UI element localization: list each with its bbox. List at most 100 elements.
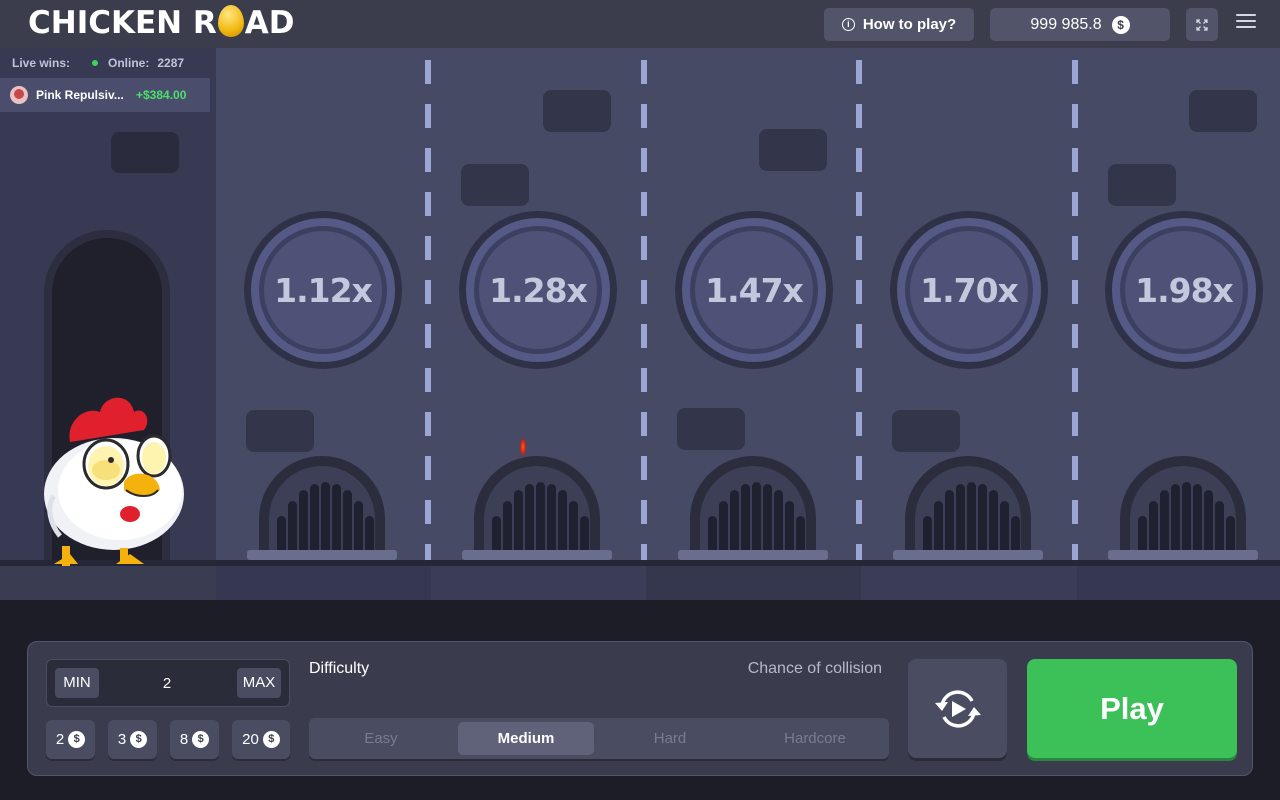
grate-base xyxy=(678,550,828,560)
header-bar: CHICKEN R AD i How to play? 999 985.8 $ xyxy=(0,0,1280,48)
menu-button[interactable] xyxy=(1236,14,1256,34)
difficulty-easy-tab[interactable]: Easy xyxy=(313,722,449,755)
grate-bar xyxy=(774,490,783,556)
win-amount: +$384.00 xyxy=(136,88,187,102)
chance-of-collision-label: Chance of collision xyxy=(747,660,882,677)
multiplier-value: 1.47x xyxy=(695,231,813,349)
sewer-grate xyxy=(247,456,397,560)
lane-divider xyxy=(856,60,862,560)
dollar-coin-icon: $ xyxy=(192,731,210,748)
avatar xyxy=(10,86,28,104)
chicken-character xyxy=(44,397,184,566)
grate-bar xyxy=(299,490,308,556)
grate-bar xyxy=(558,490,567,556)
online-label: Online: xyxy=(108,56,150,70)
game-board: Live wins: Online: 2287 Pink Repulsiv...… xyxy=(0,48,1280,600)
grate-bar xyxy=(547,484,556,556)
grate-bar xyxy=(332,484,341,556)
live-wins-label: Live wins: xyxy=(12,56,71,70)
quick-bet-button[interactable]: 2 $ xyxy=(46,720,95,759)
grate-bar xyxy=(1193,484,1202,556)
grate-bar xyxy=(525,484,534,556)
grate-bar xyxy=(763,484,772,556)
multiplier-value: 1.12x xyxy=(264,231,382,349)
difficulty-hard-tab[interactable]: Hard xyxy=(602,722,738,755)
grate-bar xyxy=(989,490,998,556)
dollar-coin-icon: $ xyxy=(130,731,148,748)
grate-bar xyxy=(343,490,352,556)
grate-bar xyxy=(310,484,319,556)
grate-bar xyxy=(1171,484,1180,556)
multiplier-coin[interactable]: 1.98x xyxy=(1105,211,1263,369)
expand-icon xyxy=(1196,18,1208,31)
bet-amount-stepper: MIN 2 MAX xyxy=(46,659,290,707)
autoplay-icon xyxy=(934,689,981,728)
menu-icon xyxy=(1236,14,1256,16)
autoplay-button[interactable] xyxy=(908,659,1007,758)
fullscreen-button[interactable] xyxy=(1186,8,1218,41)
sidewalk xyxy=(0,566,216,600)
grate-bar xyxy=(1000,501,1009,556)
grate-bar xyxy=(741,484,750,556)
sewer-grate xyxy=(893,456,1043,560)
dollar-coin-icon: $ xyxy=(262,731,280,748)
grate-base xyxy=(247,550,397,560)
winner-name: Pink Repulsiv... xyxy=(36,88,124,102)
grate-bar xyxy=(945,490,954,556)
quick-bet-button[interactable]: 20 $ xyxy=(232,720,290,759)
min-bet-button[interactable]: MIN xyxy=(55,668,99,698)
grate-bar xyxy=(752,482,761,556)
play-button[interactable]: Play xyxy=(1027,659,1237,758)
grate-bar xyxy=(354,501,363,556)
grate-bar xyxy=(288,501,297,556)
grate-bar xyxy=(730,490,739,556)
live-win-item: Pink Repulsiv... +$384.00 xyxy=(0,78,210,112)
info-icon: i xyxy=(841,18,855,31)
live-stats-bar: Live wins: Online: 2287 xyxy=(0,48,200,78)
bet-amount-input[interactable]: 2 xyxy=(117,660,217,708)
difficulty-medium-tab[interactable]: Medium xyxy=(458,722,594,755)
multiplier-value: 1.70x xyxy=(910,231,1028,349)
multiplier-value: 1.28x xyxy=(479,231,597,349)
grate-bar xyxy=(719,501,728,556)
difficulty-hardcore-tab[interactable]: Hardcore xyxy=(747,722,883,755)
grate-bar xyxy=(1204,490,1213,556)
balance-value: 999 985.8 xyxy=(1030,15,1102,33)
grate-bar xyxy=(569,501,578,556)
multiplier-coin[interactable]: 1.28x xyxy=(459,211,617,369)
quick-bet-button[interactable]: 8 $ xyxy=(170,720,219,759)
dollar-coin-icon: $ xyxy=(68,731,86,748)
egg-icon xyxy=(217,5,244,37)
grate-base xyxy=(462,550,612,560)
sewer-grate xyxy=(462,456,612,560)
max-bet-button[interactable]: MAX xyxy=(237,668,281,698)
multiplier-coin[interactable]: 1.47x xyxy=(675,211,833,369)
lane-divider xyxy=(1072,60,1078,560)
grate-bar xyxy=(1215,501,1224,556)
grate-bar xyxy=(1149,501,1158,556)
online-count: 2287 xyxy=(157,56,185,70)
bet-control-panel: MIN 2 MAX 2 $ 3 $ 8 $ 20 $ Difficulty Chance… xyxy=(27,641,1253,776)
fire-spark-icon xyxy=(520,438,526,456)
quick-bet-button[interactable]: 3 $ xyxy=(108,720,157,759)
difficulty-label: Difficulty xyxy=(309,660,370,677)
grate-bar xyxy=(503,501,512,556)
difficulty-selector: Easy Medium Hard Hardcore xyxy=(309,718,889,759)
grate-bar xyxy=(1182,482,1191,556)
online-dot-icon xyxy=(92,60,99,66)
grate-base xyxy=(1108,550,1258,560)
multiplier-coin[interactable]: 1.70x xyxy=(890,211,1048,369)
grate-bar xyxy=(785,501,794,556)
sewer-grate xyxy=(678,456,828,560)
grate-bar xyxy=(514,490,523,556)
grate-bar xyxy=(934,501,943,556)
lane-divider xyxy=(641,60,647,560)
grate-bar xyxy=(1160,490,1169,556)
grate-bar xyxy=(967,482,976,556)
multiplier-coin[interactable]: 1.12x xyxy=(244,211,402,369)
grate-bar xyxy=(536,482,545,556)
how-to-play-button[interactable]: i How to play? xyxy=(824,8,974,41)
sewer-grate xyxy=(1108,456,1258,560)
dollar-coin-icon: $ xyxy=(1111,15,1130,34)
multiplier-value: 1.98x xyxy=(1125,231,1243,349)
